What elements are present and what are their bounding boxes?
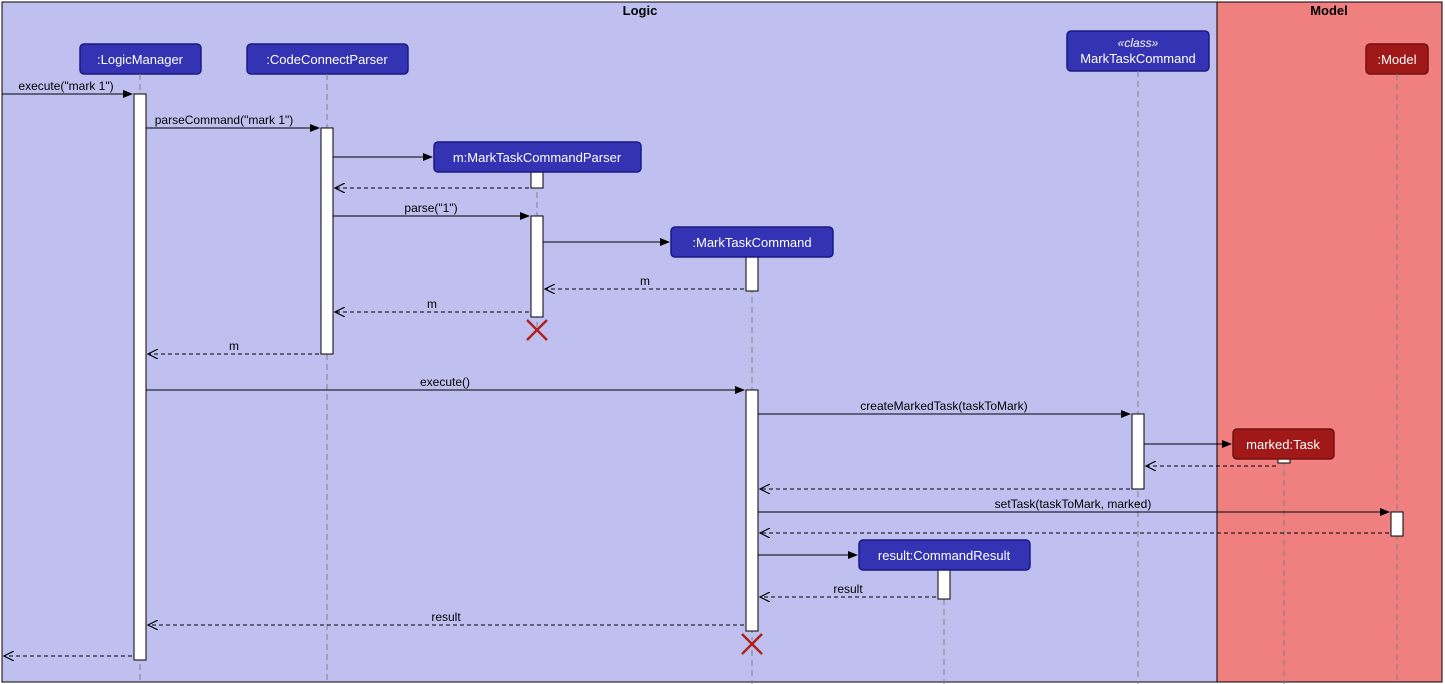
msg-execute-label: execute()	[420, 375, 470, 389]
msg-m2-label: m	[427, 297, 437, 311]
participant-logic-manager-label: :LogicManager	[97, 52, 184, 67]
participant-mtc-label: :MarkTaskCommand	[692, 235, 811, 250]
activation-mtcp-body	[531, 216, 543, 317]
participant-mark-task-command-class-name: MarkTaskCommand	[1080, 51, 1196, 66]
msg-parse-label: parse("1")	[404, 201, 457, 215]
msg-result1-label: result	[833, 582, 863, 596]
region-model-title: Model	[1310, 3, 1348, 18]
activation-mtcp-head	[531, 172, 543, 188]
msg-set-task-label: setTask(taskToMark, marked)	[995, 497, 1152, 511]
activation-class	[1132, 414, 1144, 489]
region-logic-title: Logic	[623, 3, 658, 18]
activation-cr	[938, 569, 950, 599]
activation-mtc-body	[746, 390, 758, 631]
participant-cr-label: result:CommandResult	[878, 548, 1011, 563]
participant-model-label: :Model	[1377, 52, 1416, 67]
activation-model	[1391, 512, 1403, 536]
msg-parse-command-label: parseCommand("mark 1")	[155, 113, 294, 127]
activation-mtc-head	[746, 257, 758, 291]
sequence-diagram: Logic Model :LogicManager :CodeConnectPa…	[0, 0, 1445, 684]
participant-code-connect-parser-label: :CodeConnectParser	[266, 52, 388, 67]
participant-mark-task-command-class-stereo: «class»	[1118, 36, 1159, 50]
participant-mtcp-label: m:MarkTaskCommandParser	[453, 150, 622, 165]
msg-m3-label: m	[229, 339, 239, 353]
msg-execute-in-label: execute("mark 1")	[18, 79, 113, 93]
region-logic	[2, 2, 1217, 682]
region-model	[1217, 2, 1442, 682]
msg-result2-label: result	[431, 610, 461, 624]
activation-ccp	[321, 128, 333, 354]
msg-m1-label: m	[640, 274, 650, 288]
activation-logic-manager	[134, 94, 146, 660]
msg-create-marked-label: createMarkedTask(taskToMark)	[860, 399, 1027, 413]
participant-task-label: marked:Task	[1246, 437, 1320, 452]
